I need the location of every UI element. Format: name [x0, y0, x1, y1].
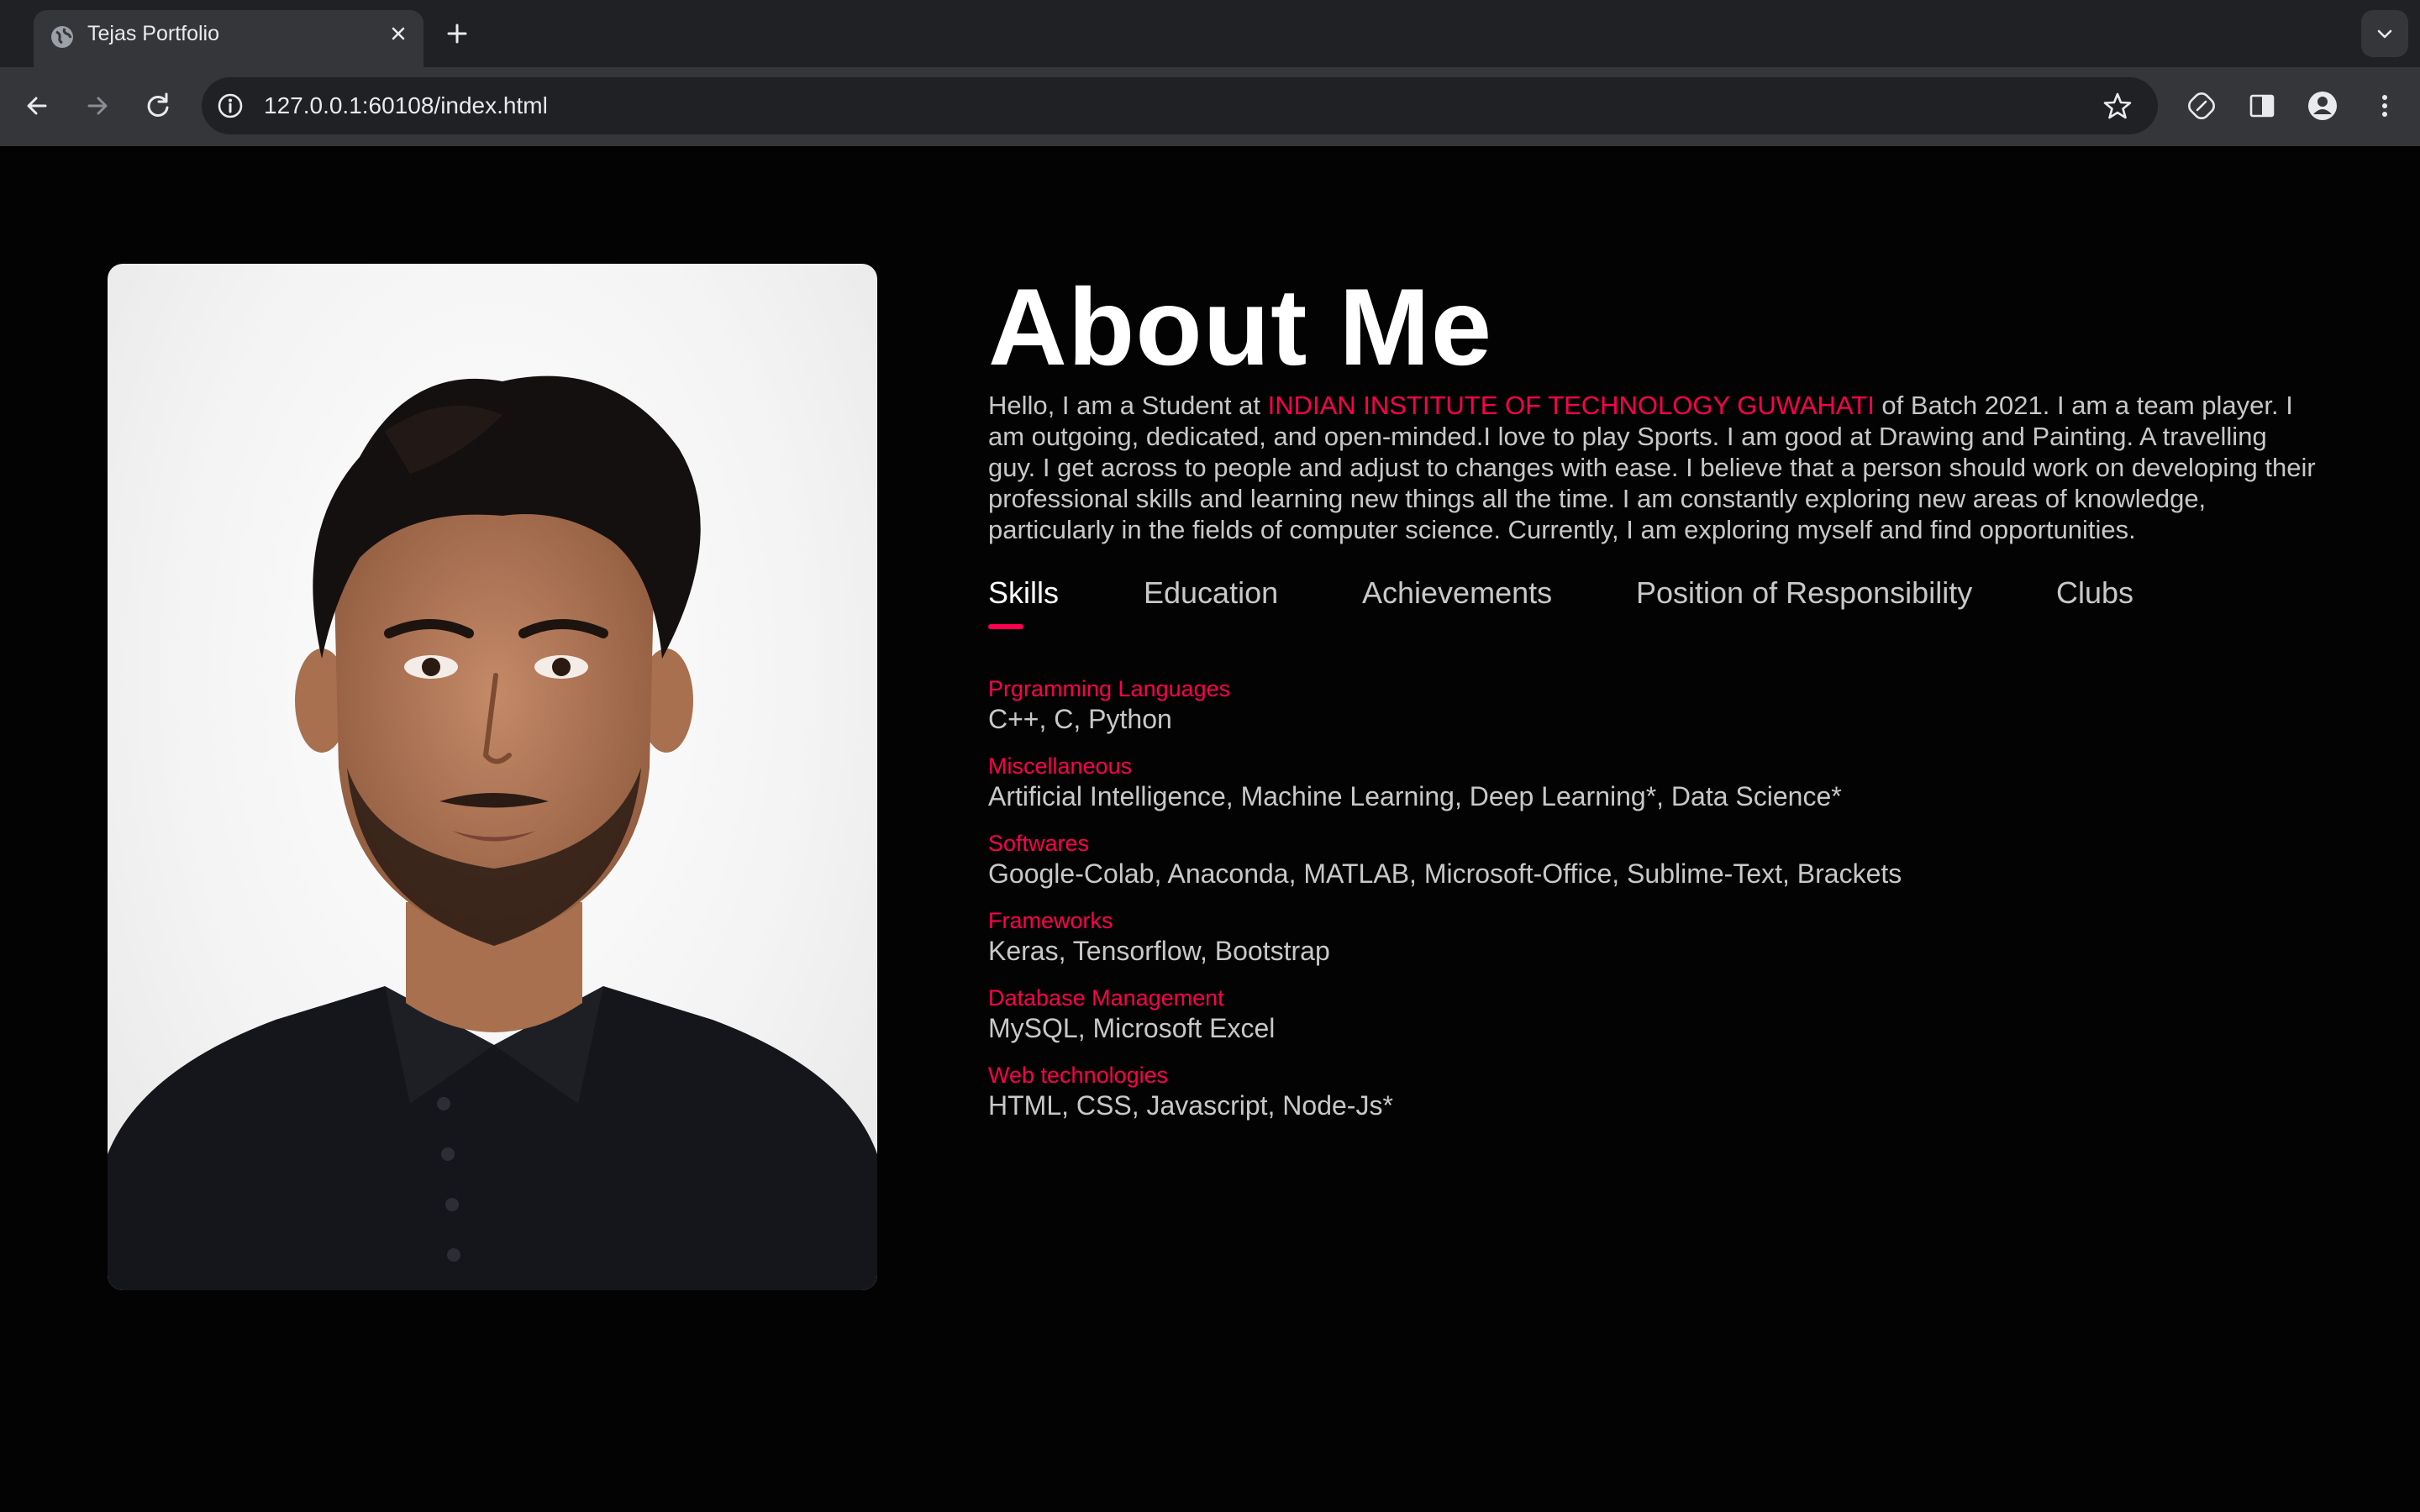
page-title: About Me [988, 265, 1493, 388]
list-item: Frameworks Keras, Tensorflow, Bootstrap [988, 906, 2316, 967]
about-tabs: Skills Education Achievements Position o… [988, 575, 2316, 639]
skill-category: Miscellaneous [988, 753, 1133, 779]
intro-paragraph: Hello, I am a Student at INDIAN INSTITUT… [988, 390, 2316, 545]
plus-icon [447, 24, 467, 44]
about-content: About Me Hello, I am a Student at INDIAN… [988, 264, 2316, 1138]
reload-icon [147, 92, 169, 117]
tab-position-of-responsibility[interactable]: Position of Responsibility [1636, 575, 1972, 611]
about-section: About Me Hello, I am a Student at INDIAN… [0, 146, 2420, 1512]
tab-clubs[interactable]: Clubs [2056, 575, 2133, 611]
tab-achievements[interactable]: Achievements [1362, 575, 1552, 611]
tab-skills[interactable]: Skills [988, 575, 1059, 611]
list-item: Softwares Google-Colab, Anaconda, MATLAB… [988, 829, 2316, 890]
arrow-left-icon [27, 97, 47, 115]
globe-icon [49, 24, 76, 50]
url-text[interactable]: 127.0.0.1:60108/index.html [264, 77, 548, 134]
kebab-menu-icon[interactable] [2368, 89, 2402, 123]
list-item: Database Management MySQL, Microsoft Exc… [988, 984, 2316, 1044]
skill-value: C++, C, Python [988, 704, 1172, 734]
side-panel-icon[interactable] [2245, 89, 2279, 123]
browser-tab[interactable]: Tejas Portfolio [34, 10, 424, 67]
skill-category: Database Management [988, 985, 1224, 1011]
address-bar[interactable]: 127.0.0.1:60108/index.html [202, 77, 2158, 134]
back-button[interactable] [20, 89, 54, 123]
info-icon[interactable] [215, 91, 245, 121]
tab-education[interactable]: Education [1144, 575, 1278, 611]
intro-text-start: Hello, I am a Student at [988, 391, 1268, 420]
star-icon[interactable] [2102, 91, 2133, 121]
list-item: Prgramming Languages C++, C, Python [988, 675, 2316, 735]
skill-value: Artificial Intelligence, Machine Learnin… [988, 781, 1842, 811]
new-tab-button[interactable] [442, 18, 472, 49]
list-item: Web technologies HTML, CSS, Javascript, … [988, 1061, 2316, 1121]
person-icon[interactable] [2306, 89, 2339, 123]
close-icon[interactable] [385, 20, 412, 47]
arrow-right-icon [87, 97, 108, 115]
skill-category: Web technologies [988, 1063, 1169, 1088]
browser-toolbar: 127.0.0.1:60108/index.html [0, 67, 2420, 146]
tab-search-button[interactable] [2361, 10, 2408, 57]
institute-name: INDIAN INSTITUTE OF TECHNOLOGY GUWAHATI [1267, 391, 1875, 420]
active-tab-indicator [988, 624, 1023, 629]
browser-tab-strip: Tejas Portfolio [0, 0, 2420, 67]
leaf-icon[interactable] [2185, 89, 2218, 123]
reload-button[interactable] [141, 89, 175, 123]
chevron-down-icon [2377, 29, 2392, 39]
skill-value: Google-Colab, Anaconda, MATLAB, Microsof… [988, 858, 1902, 889]
list-item: Miscellaneous Artificial Intelligence, M… [988, 752, 2316, 812]
skill-category: Softwares [988, 831, 1090, 856]
skill-value: Keras, Tensorflow, Bootstrap [988, 936, 1330, 966]
skill-category: Prgramming Languages [988, 676, 1231, 701]
forward-button[interactable] [81, 89, 114, 123]
skill-value: MySQL, Microsoft Excel [988, 1013, 1276, 1043]
skill-value: HTML, CSS, Javascript, Node-Js* [988, 1090, 1393, 1121]
tab-title: Tejas Portfolio [87, 22, 220, 45]
skill-category: Frameworks [988, 908, 1113, 933]
skills-list: Prgramming Languages C++, C, Python Misc… [988, 675, 2316, 1121]
profile-photo [108, 264, 877, 1290]
